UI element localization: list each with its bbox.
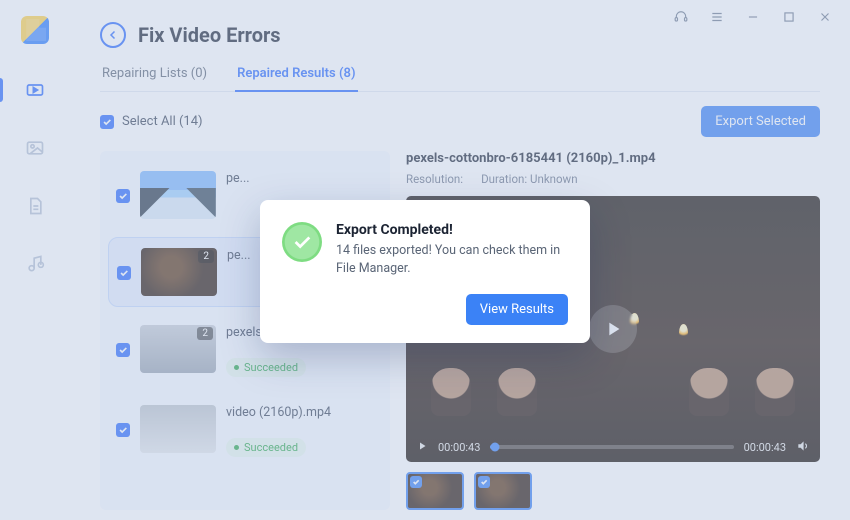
export-completed-dialog: Export Completed! 14 files exported! You… xyxy=(260,200,590,343)
modal-title: Export Completed! xyxy=(336,222,568,238)
modal-message: 14 files exported! You can check them in… xyxy=(336,242,568,278)
success-icon xyxy=(282,222,322,262)
view-results-button[interactable]: View Results xyxy=(466,294,568,325)
